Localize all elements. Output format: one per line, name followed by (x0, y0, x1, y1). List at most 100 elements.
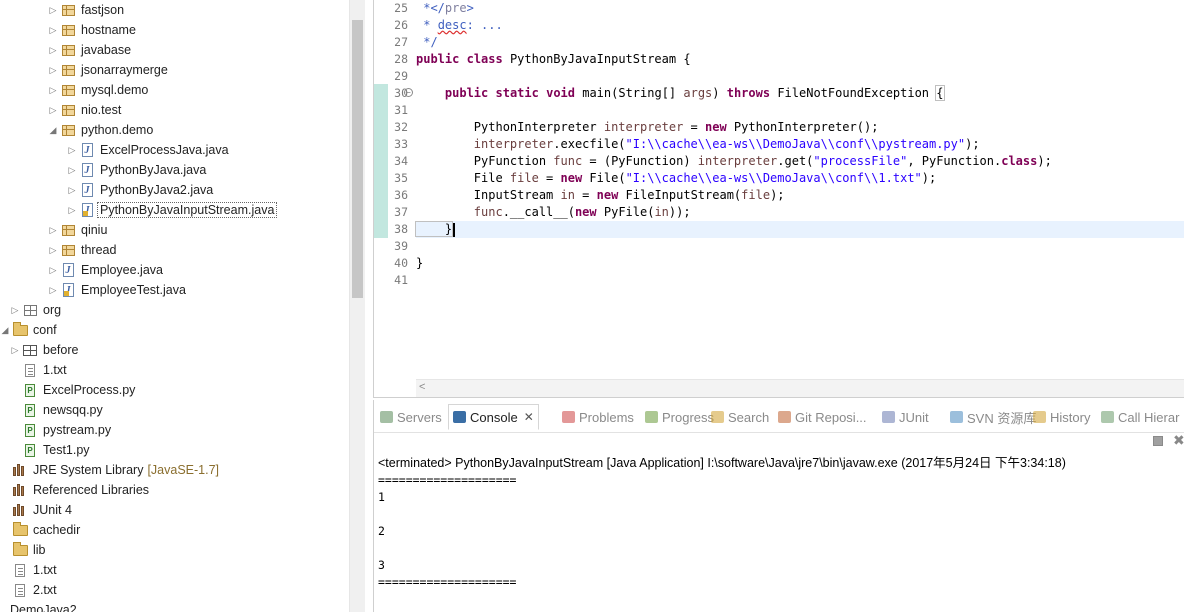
tree-item[interactable]: ▷ mysql.demo (0, 80, 349, 100)
tree-item[interactable]: ▷ J PythonByJava.java (0, 160, 349, 180)
java-file-warning-icon: J (60, 282, 76, 298)
tab-svn[interactable]: SVN 资源库 (950, 406, 1036, 428)
tree-item[interactable]: ▷ javabase (0, 40, 349, 60)
tree-item[interactable]: ▷ J PythonByJavaInputStream.java (0, 200, 349, 220)
tree-item[interactable]: 1.txt (0, 360, 349, 380)
tree-item[interactable]: 1.txt (0, 560, 349, 580)
expand-arrow-icon[interactable]: ▷ (48, 285, 58, 296)
expand-arrow-icon[interactable]: ▷ (67, 145, 77, 156)
expand-arrow-icon[interactable]: ▷ (48, 265, 58, 276)
expand-arrow-icon[interactable]: ▷ (48, 225, 58, 236)
folder-icon (12, 321, 28, 338)
java-file-warning-icon: J (79, 202, 95, 218)
expand-arrow-icon[interactable]: ▷ (48, 5, 58, 16)
tree-item[interactable]: ▷ qiniu (0, 220, 349, 240)
tree-item-label: Employee.java (81, 263, 163, 277)
terminate-icon[interactable] (1153, 436, 1163, 446)
tab-problems[interactable]: Problems (562, 406, 634, 428)
tree-item[interactable]: Pnewsqq.py (0, 400, 349, 420)
tree-item[interactable]: Ppystream.py (0, 420, 349, 440)
package-icon (60, 82, 76, 98)
python-file-icon: P (22, 442, 38, 458)
tab-search[interactable]: Search (711, 406, 769, 428)
console-toolbar: ✖ (1145, 432, 1184, 450)
expand-arrow-icon[interactable]: ▷ (48, 45, 58, 56)
code-line: * desc: ... (416, 18, 503, 32)
tree-item[interactable]: ▷ jsonarraymerge (0, 60, 349, 80)
tree-item[interactable]: ▷ org (0, 300, 349, 320)
code-line: func.__call__(new PyFile(in)); (473, 205, 691, 219)
expand-arrow-icon[interactable]: ▷ (48, 245, 58, 256)
tree-item-label: conf (33, 323, 57, 337)
tree-item[interactable]: Referenced Libraries (0, 480, 349, 500)
expand-arrow-icon[interactable]: ▷ (48, 105, 58, 116)
code-area[interactable]: *</pre> * desc: ... */ public class Pyth… (414, 0, 1184, 380)
editor-horizontal-scrollbar[interactable]: < (416, 379, 1184, 397)
tab-label: Progress (662, 409, 715, 425)
tree-item-label: PythonByJava2.java (100, 183, 214, 197)
tree-item[interactable]: P Test1.py (0, 440, 349, 460)
collapse-arrow-icon[interactable]: ◢ (0, 325, 10, 336)
tree-item-label: jsonarraymerge (81, 63, 168, 77)
explorer-scrollbar[interactable] (349, 0, 365, 612)
scroll-left-icon[interactable]: < (419, 381, 425, 393)
tree-item-label: DemoJava2 (10, 603, 77, 612)
tab-history[interactable]: History (1033, 406, 1090, 428)
tree-item-label: Test1.py (43, 443, 90, 457)
call-hierarchy-icon (1101, 411, 1114, 423)
tree-item[interactable]: ▷ J ExcelProcessJava.java (0, 140, 349, 160)
tree-item[interactable]: JRE System Library [JavaSE-1.7] (0, 460, 349, 480)
tree-item[interactable]: cachedir (0, 520, 349, 540)
tree-item-decoration: [JavaSE-1.7] (147, 463, 220, 477)
tab-servers[interactable]: Servers (380, 406, 442, 428)
tab-call-hierarchy[interactable]: Call Hierar (1101, 406, 1179, 428)
expand-arrow-icon[interactable]: ▷ (67, 205, 77, 216)
tree-item[interactable]: lib (0, 540, 349, 560)
line-number: 31 (394, 103, 408, 117)
tab-console[interactable]: Console ✕ (448, 404, 539, 430)
line-number: 40 (394, 256, 408, 270)
package-icon (60, 42, 76, 58)
line-number: 32 (394, 120, 408, 134)
tree-item[interactable]: ▷ J PythonByJava2.java (0, 180, 349, 200)
fold-toggle-icon[interactable]: − (404, 88, 413, 97)
expand-arrow-icon[interactable]: ▷ (67, 185, 77, 196)
expand-arrow-icon[interactable]: ▷ (48, 65, 58, 76)
tab-label: SVN 资源库 (967, 410, 1037, 426)
tree-item[interactable]: ▷ J Employee.java (0, 260, 349, 280)
tree-item[interactable]: ◢ python.demo (0, 120, 349, 140)
code-editor[interactable]: 25 26 27 28 29 30 31 32 33 34 35 36 37 38 39 40 41 − *</… (373, 0, 1184, 398)
console-icon (453, 411, 466, 423)
code-line: */ (416, 35, 438, 49)
tab-progress[interactable]: Progress (645, 406, 714, 428)
tree-item[interactable]: ▷ before (0, 340, 349, 360)
expand-arrow-icon[interactable]: ▷ (10, 305, 20, 316)
tab-git[interactable]: Git Reposi... (778, 406, 867, 428)
explorer-scrollbar-thumb[interactable] (352, 20, 363, 298)
tree-item[interactable]: ▷ fastjson (0, 0, 349, 20)
remove-launch-icon[interactable]: ✖ (1173, 432, 1184, 449)
tree-item-label: before (43, 343, 79, 357)
tree-item[interactable]: ▷ nio.test (0, 100, 349, 120)
line-number: 35 (394, 171, 408, 185)
expand-arrow-icon[interactable]: ▷ (48, 25, 58, 36)
library-icon (12, 462, 28, 478)
python-file-icon: P (22, 422, 38, 438)
tree-item[interactable]: ◢ conf (0, 320, 349, 340)
tab-junit[interactable]: JUnit (882, 406, 929, 428)
tree-item[interactable]: 2.txt (0, 580, 349, 600)
tree-item-label: Referenced Libraries (33, 483, 150, 497)
tree-item[interactable]: ▷ hostname (0, 20, 349, 40)
expand-arrow-icon[interactable]: ▷ (67, 165, 77, 176)
collapse-arrow-icon[interactable]: ◢ (48, 125, 58, 136)
tree-item[interactable]: JUnit 4 (0, 500, 349, 520)
tree-item[interactable]: ▷ thread (0, 240, 349, 260)
text-file-icon (22, 362, 38, 378)
tree-item[interactable]: DemoJava2 (0, 600, 349, 612)
tree-item[interactable]: P ExcelProcess.py (0, 380, 349, 400)
tree-item-label: JRE System Library (33, 463, 144, 477)
expand-arrow-icon[interactable]: ▷ (10, 345, 20, 356)
close-tab-icon[interactable]: ✕ (524, 410, 534, 424)
expand-arrow-icon[interactable]: ▷ (48, 85, 58, 96)
tree-item[interactable]: ▷ J EmployeeTest.java (0, 280, 349, 300)
